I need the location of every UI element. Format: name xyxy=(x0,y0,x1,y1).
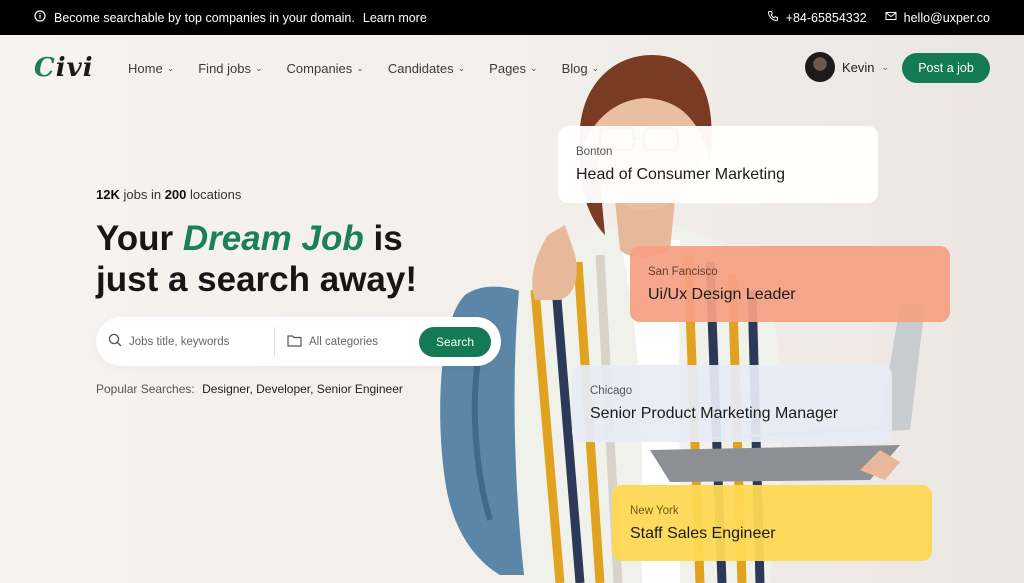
job-card-staff-sales-engineer[interactable]: New York Staff Sales Engineer xyxy=(612,485,932,561)
job-location: San Fancisco xyxy=(648,266,718,278)
learn-more-link[interactable]: Learn more xyxy=(363,11,427,25)
hero-stats: 12K jobs in 200 locations xyxy=(96,187,241,202)
nav-item-companies[interactable]: Companies ⌄ xyxy=(287,61,364,76)
jobs-count: 12K xyxy=(96,187,120,202)
info-icon xyxy=(34,10,46,25)
job-title: Staff Sales Engineer xyxy=(630,525,776,542)
job-card-ui-ux-design-leader[interactable]: San Fancisco Ui/Ux Design Leader xyxy=(630,246,950,322)
nav-item-label: Home xyxy=(128,60,163,76)
civi-logo[interactable]: Civi xyxy=(34,53,128,83)
folder-icon xyxy=(287,334,302,350)
headline-pre: Your xyxy=(96,219,183,258)
chevron-down-icon: ⌄ xyxy=(591,62,600,73)
search-divider xyxy=(274,326,275,357)
site-header: Civi Home ⌄ Find jobs ⌄ Companies ⌄ Candida… xyxy=(0,35,1024,101)
nav-item-find-jobs[interactable]: Find jobs ⌄ xyxy=(198,61,262,76)
job-card-senior-product-marketing-manager[interactable]: Chicago Senior Product Marketing Manager xyxy=(572,365,892,442)
category-placeholder: All categories xyxy=(309,335,379,348)
locations-count: 200 xyxy=(164,187,187,202)
nav-item-blog[interactable]: Blog ⌄ xyxy=(562,61,600,76)
keyword-placeholder: Jobs title, keywords xyxy=(129,335,230,348)
job-title: Ui/Ux Design Leader xyxy=(648,286,796,303)
nav-item-label: Candidates xyxy=(387,60,454,76)
nav-item-label: Blog xyxy=(561,60,588,76)
job-title: Head of Consumer Marketing xyxy=(576,166,785,183)
popular-terms[interactable]: Designer, Developer, Senior Engineer xyxy=(202,382,403,396)
announcement-text: Become searchable by top companies in yo… xyxy=(54,10,355,25)
job-search-bar: Jobs title, keywords All categories Sear… xyxy=(96,317,501,366)
popular-label: Popular Searches: xyxy=(96,382,195,396)
keyword-field[interactable]: Jobs title, keywords xyxy=(108,333,274,350)
popular-searches: Popular Searches: Designer, Developer, S… xyxy=(96,382,403,396)
chevron-down-icon: ⌄ xyxy=(457,62,466,73)
nav-item-label: Pages xyxy=(489,60,527,76)
email-link[interactable]: hello@uxper.co xyxy=(904,11,990,25)
main-nav: Home ⌄ Find jobs ⌄ Companies ⌄ Candidates ⌄ … xyxy=(128,61,599,76)
search-icon xyxy=(108,333,122,350)
nav-item-label: Find jobs xyxy=(198,60,251,76)
job-location: New York xyxy=(630,505,679,517)
job-card-head-of-consumer-marketing[interactable]: Bonton Head of Consumer Marketing xyxy=(558,126,878,203)
nav-item-candidates[interactable]: Candidates ⌄ xyxy=(388,61,465,76)
user-menu[interactable]: Kevin ⌄ xyxy=(805,52,889,82)
mail-icon xyxy=(885,10,897,25)
avatar xyxy=(805,52,835,82)
locations-label: locations xyxy=(190,187,242,202)
headline-accent: Dream Job xyxy=(182,219,364,258)
chevron-down-icon: ⌄ xyxy=(166,62,175,73)
chevron-down-icon: ⌄ xyxy=(530,62,538,73)
nav-item-pages[interactable]: Pages ⌄ xyxy=(489,61,537,76)
user-name: Kevin xyxy=(842,59,875,75)
chevron-down-icon: ⌄ xyxy=(881,61,890,72)
jobs-in-label: jobs in xyxy=(123,187,162,202)
post-job-button[interactable]: Post a job xyxy=(902,53,990,83)
phone-link[interactable]: +84-65854332 xyxy=(786,11,867,25)
job-title: Senior Product Marketing Manager xyxy=(590,405,839,422)
logo-letter-c: C xyxy=(34,53,56,83)
phone-icon xyxy=(767,10,779,25)
chevron-down-icon: ⌄ xyxy=(356,62,364,73)
announcement-bar: Become searchable by top companies in yo… xyxy=(0,0,1024,35)
hero-headline: Your Dream Job is just a search away! xyxy=(96,218,456,300)
job-location: Chicago xyxy=(590,385,633,397)
category-select[interactable]: All categories xyxy=(287,334,419,350)
logo-letters: ivi xyxy=(55,53,94,83)
nav-item-home[interactable]: Home ⌄ xyxy=(128,61,174,76)
nav-item-label: Companies xyxy=(286,60,353,76)
job-location: Bonton xyxy=(576,146,613,158)
search-button[interactable]: Search xyxy=(419,326,491,357)
chevron-down-icon: ⌄ xyxy=(254,62,263,73)
